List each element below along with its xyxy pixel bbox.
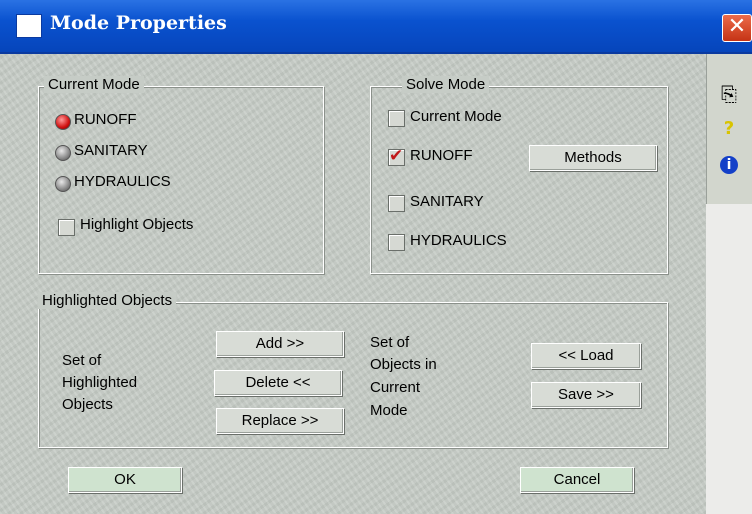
- current-set-label-line-4: Mode: [370, 402, 408, 419]
- highlighted-set-label-line-2: Highlighted: [62, 374, 138, 391]
- mode-properties-dialog: Mode Properties ✕ ⎘ ? i Current Mode RUN…: [0, 0, 752, 514]
- add-button[interactable]: Add >>: [216, 331, 344, 357]
- solve-hydraulics-checkbox[interactable]: [388, 234, 405, 251]
- current-set-label-line-1: Set of: [370, 334, 410, 351]
- highlight-objects-label: Highlight Objects: [80, 216, 194, 233]
- solve-runoff-checkbox[interactable]: [388, 146, 405, 166]
- side-toolbar-blank: [706, 204, 752, 514]
- ok-button[interactable]: OK: [68, 467, 182, 493]
- highlighted-objects-legend: Highlighted Objects: [38, 292, 177, 309]
- solve-hydraulics-label: HYDRAULICS: [410, 232, 507, 249]
- solve-runoff-label: RUNOFF: [410, 147, 473, 164]
- radio-runoff[interactable]: [55, 114, 71, 130]
- methods-button[interactable]: Methods: [529, 145, 657, 171]
- window-title: Mode Properties: [50, 12, 227, 34]
- current-set-label-line-3: Current: [370, 379, 421, 396]
- help-icon[interactable]: ?: [718, 118, 740, 140]
- radio-runoff-label: RUNOFF: [74, 111, 137, 128]
- radio-sanitary[interactable]: [55, 145, 71, 161]
- radio-hydraulics-label: HYDRAULICS: [74, 173, 171, 190]
- load-button[interactable]: << Load: [531, 343, 641, 369]
- highlighted-set-label-line-1: Set of: [62, 352, 102, 369]
- current-mode-legend: Current Mode: [44, 76, 144, 93]
- solve-sanitary-checkbox[interactable]: [388, 195, 405, 212]
- solve-current-mode-label: Current Mode: [410, 108, 502, 125]
- solve-mode-legend: Solve Mode: [402, 76, 490, 93]
- highlight-objects-checkbox[interactable]: [58, 219, 75, 236]
- replace-button[interactable]: Replace >>: [216, 408, 344, 434]
- solve-current-mode-checkbox[interactable]: [388, 110, 405, 127]
- radio-hydraulics[interactable]: [55, 176, 71, 192]
- window-icon: [16, 14, 42, 38]
- cancel-button[interactable]: Cancel: [520, 467, 634, 493]
- solve-sanitary-label: SANITARY: [410, 193, 484, 210]
- info-icon[interactable]: i: [720, 156, 738, 174]
- save-button[interactable]: Save >>: [531, 382, 641, 408]
- radio-sanitary-label: SANITARY: [74, 142, 148, 159]
- delete-button[interactable]: Delete <<: [214, 370, 342, 396]
- highlighted-set-label-line-3: Objects: [62, 396, 113, 413]
- close-button[interactable]: ✕: [722, 14, 752, 42]
- title-bar[interactable]: Mode Properties ✕: [0, 0, 752, 54]
- current-set-label-line-2: Objects in: [370, 356, 437, 373]
- copy-icon[interactable]: ⎘: [718, 82, 740, 106]
